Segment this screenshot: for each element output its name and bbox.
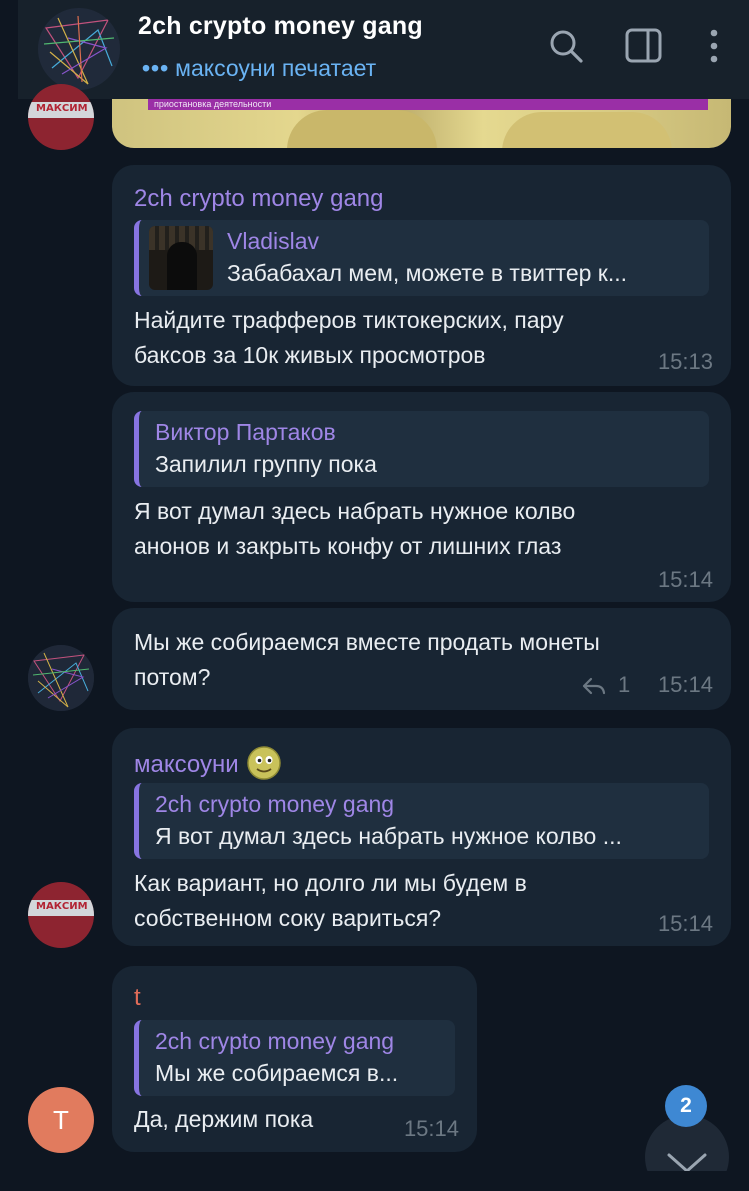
message-text: Найдите трафферов тиктокерских, пару бак…	[134, 303, 564, 373]
search-icon[interactable]	[546, 26, 586, 66]
message-bubble[interactable]: Мы же собираемся вместе продать монеты п…	[112, 608, 731, 710]
group-avatar-image	[38, 8, 120, 90]
message-bubble[interactable]: t 2ch crypto money gang Мы же собираемся…	[112, 966, 477, 1152]
avatar-maksoyni[interactable]: МАКСИМ	[28, 84, 94, 150]
media-caption: приостановка деятельности	[154, 99, 272, 109]
avatar-group[interactable]	[28, 645, 94, 711]
group-avatar-image	[28, 645, 94, 711]
chat-title: 2ch crypto money gang	[138, 12, 423, 40]
replies-count: 1	[618, 672, 631, 697]
reply-sender-name: 2ch crypto money gang	[155, 1028, 395, 1054]
reply-text: Запилил группу пока	[155, 451, 377, 477]
message-text: Я вот думал здесь набрать нужное колво а…	[134, 494, 575, 564]
message-line: собственном соку вариться?	[134, 905, 442, 931]
message-time: 15:14	[657, 911, 713, 936]
media-figure-right	[502, 112, 672, 148]
message-time: 15:14	[403, 1116, 459, 1141]
sender-name[interactable]: t	[134, 984, 141, 1012]
message-bubble[interactable]: максоуни 2ch crypto money gang Я вот дум…	[112, 728, 731, 946]
thumbnail-figure	[167, 242, 197, 290]
typing-status-text: максоуни печатает	[175, 55, 377, 81]
group-avatar[interactable]	[38, 8, 120, 90]
reply-text: Мы же собираемся в...	[155, 1060, 399, 1086]
reply-sender-name: Виктор Партаков	[155, 419, 336, 445]
reply-quote[interactable]: 2ch crypto money gang Я вот думал здесь …	[134, 783, 709, 859]
message-text: Мы же собираемся вместе продать монеты п…	[134, 625, 600, 695]
emoji-status-icon	[247, 746, 282, 780]
reply-sender-name: 2ch crypto money gang	[155, 791, 395, 817]
unread-count-badge[interactable]: 2	[665, 1085, 707, 1127]
reply-quote[interactable]: Vladislav Забабахал мем, можете в твитте…	[134, 220, 709, 296]
message-line: баксов за 10к живых просмотров	[134, 342, 486, 368]
chat-window: приостановка деятельности 2ch crypto mon…	[0, 0, 749, 1191]
message-line: Как вариант, но долго ли мы будем в	[134, 870, 527, 896]
message-bubble[interactable]: 2ch crypto money gang Vladislav Забабаха…	[112, 165, 731, 386]
message-line: Да, держим пока	[134, 1106, 314, 1132]
bottom-edge	[0, 1171, 749, 1191]
reply-sender-name: Vladislav	[227, 228, 320, 254]
typing-status: ••• максоуни печатает	[142, 55, 376, 82]
message-text: Как вариант, но долго ли мы будем в собс…	[134, 866, 527, 936]
message-line: анонов и закрыть конфу от лишних глаз	[134, 533, 562, 559]
chat-header[interactable]: 2ch crypto money gang ••• максоуни печата…	[18, 0, 749, 99]
reply-quote[interactable]: 2ch crypto money gang Мы же собираемся в…	[134, 1020, 455, 1096]
message-line: потом?	[134, 664, 211, 690]
avatar-label: МАКСИМ	[36, 901, 88, 912]
message-time: 15:14	[657, 672, 713, 697]
avatar-t[interactable]: T	[28, 1087, 94, 1153]
media-figure-left	[287, 110, 437, 148]
reply-quote[interactable]: Виктор Партаков Запилил группу пока	[134, 411, 709, 487]
reply-text: Я вот думал здесь набрать нужное колво .…	[155, 823, 622, 849]
message-text: Да, держим пока	[134, 1102, 313, 1137]
message-line: Я вот думал здесь набрать нужное колво	[134, 498, 576, 524]
message-bubble[interactable]: Виктор Партаков Запилил группу пока Я во…	[112, 392, 731, 602]
sender-name-text: максоуни	[134, 751, 239, 778]
message-time: 15:13	[657, 349, 713, 374]
sender-name[interactable]: максоуни	[134, 746, 282, 780]
avatar-maksoyni[interactable]: МАКСИМ	[28, 882, 94, 948]
sender-name[interactable]: 2ch crypto money gang	[134, 185, 383, 213]
reply-thumbnail	[149, 226, 213, 290]
reply-text: Забабахал мем, можете в твиттер к...	[227, 260, 628, 286]
more-vertical-icon[interactable]	[702, 26, 726, 66]
message-time: 15:14	[657, 567, 713, 592]
typing-dots-icon: •••	[142, 55, 170, 81]
avatar-label: МАКСИМ	[36, 103, 88, 114]
message-line: Мы же собираемся вместе продать монеты	[134, 629, 600, 655]
sidebar-toggle-icon[interactable]	[624, 26, 664, 66]
reply-arrow-icon	[582, 677, 606, 695]
message-line: Найдите трафферов тиктокерских, пару	[134, 307, 564, 333]
